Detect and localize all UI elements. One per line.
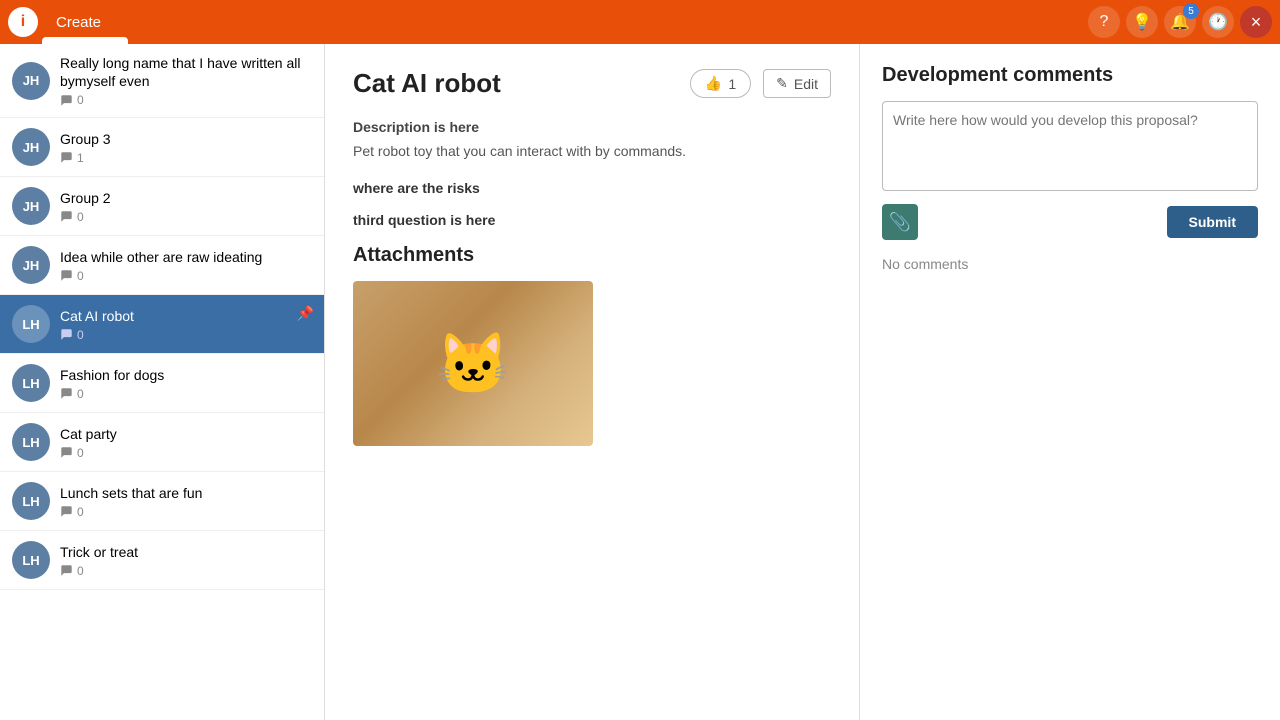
attachments-title: Attachments [353, 244, 831, 267]
like-button[interactable]: 👍 1 [690, 69, 751, 98]
history-icon[interactable]: 🕐 [1202, 6, 1234, 38]
sidebar: JH Really long name that I have written a… [0, 44, 325, 720]
item-comment-count: 0 [77, 505, 84, 519]
top-navigation: i CollectSelectCreateDevelopGroup ? 💡 🔔 … [0, 0, 1280, 44]
list-item[interactable]: JH Group 2 0 [0, 177, 324, 236]
avatar: JH [12, 62, 50, 100]
avatar: LH [12, 364, 50, 402]
sidebar-scroll[interactable]: JH Really long name that I have written a… [0, 44, 324, 720]
list-item[interactable]: LH Fashion for dogs 0 [0, 354, 324, 413]
item-title: Idea while other are raw ideating [60, 248, 312, 266]
item-title: Group 3 [60, 130, 312, 148]
avatar: LH [12, 541, 50, 579]
no-comments-text: No comments [882, 256, 1258, 272]
list-item[interactable]: JH Idea while other are raw ideating 0 [0, 236, 324, 295]
item-content: Really long name that I have written all… [60, 54, 312, 107]
item-content: Group 3 1 [60, 130, 312, 165]
item-comment-count: 0 [77, 93, 84, 107]
list-item[interactable]: LH Cat party 0 [0, 413, 324, 472]
item-meta: 0 [60, 210, 312, 224]
avatar: JH [12, 128, 50, 166]
page-title: Cat AI robot [353, 68, 690, 99]
item-title: Fashion for dogs [60, 366, 312, 384]
nav-item-create[interactable]: Create [42, 8, 128, 37]
main-layout: JH Really long name that I have written a… [0, 44, 1280, 720]
close-button[interactable]: × [1240, 6, 1272, 38]
item-meta: 0 [60, 387, 312, 401]
item-content: Idea while other are raw ideating 0 [60, 248, 312, 283]
avatar: JH [12, 187, 50, 225]
item-content: Fashion for dogs 0 [60, 366, 312, 401]
description-label: Description is here [353, 119, 831, 135]
item-title: Group 2 [60, 189, 312, 207]
item-meta: 0 [60, 328, 312, 342]
thumbs-up-icon: 👍 [705, 75, 722, 92]
avatar: JH [12, 246, 50, 284]
avatar: LH [12, 305, 50, 343]
item-title: Cat party [60, 425, 312, 443]
item-content: Group 2 0 [60, 189, 312, 224]
edit-button[interactable]: ✎ Edit [763, 69, 831, 98]
list-item[interactable]: JH Really long name that I have written a… [0, 44, 324, 118]
item-title: Lunch sets that are fun [60, 484, 312, 502]
item-title: Trick or treat [60, 543, 312, 561]
attach-button[interactable]: 📎 [882, 204, 918, 240]
list-item[interactable]: LH Lunch sets that are fun 0 [0, 472, 324, 531]
paperclip-icon: 📎 [889, 212, 911, 233]
right-panel: Development comments 📎 Submit No comment… [860, 44, 1280, 720]
avatar: LH [12, 482, 50, 520]
help-icon[interactable]: ? [1088, 6, 1120, 38]
content-area: Cat AI robot 👍 1 ✎ Edit Description is h… [325, 44, 860, 720]
notification-badge: 5 [1183, 3, 1199, 19]
list-item[interactable]: LH Trick or treat 0 [0, 531, 324, 590]
pin-icon: 📌 [297, 305, 314, 322]
nav-item-select[interactable]: Select [42, 0, 128, 8]
description-text: Pet robot toy that you can interact with… [353, 141, 831, 162]
item-comment-count: 0 [77, 210, 84, 224]
item-comment-count: 1 [77, 151, 84, 165]
item-comment-count: 0 [77, 446, 84, 460]
item-meta: 0 [60, 446, 312, 460]
item-title: Cat AI robot [60, 307, 312, 325]
item-comment-count: 0 [77, 269, 84, 283]
item-content: Cat AI robot 0 [60, 307, 312, 342]
item-meta: 0 [60, 505, 312, 519]
item-meta: 0 [60, 269, 312, 283]
content-header: Cat AI robot 👍 1 ✎ Edit [353, 68, 831, 99]
edit-label: Edit [794, 76, 818, 92]
item-title: Really long name that I have written all… [60, 54, 312, 90]
item-content: Lunch sets that are fun 0 [60, 484, 312, 519]
avatar: LH [12, 423, 50, 461]
item-comment-count: 0 [77, 387, 84, 401]
comment-textarea[interactable] [882, 101, 1258, 191]
submit-button[interactable]: Submit [1167, 206, 1258, 238]
question-1: where are the risks [353, 180, 831, 196]
list-item[interactable]: LH Cat AI robot 0 📌 [0, 295, 324, 354]
edit-icon: ✎ [776, 75, 788, 92]
item-comment-count: 0 [77, 564, 84, 578]
item-comment-count: 0 [77, 328, 84, 342]
attachment-image [353, 281, 593, 446]
comment-actions: 📎 Submit [882, 204, 1258, 240]
like-count: 1 [728, 76, 736, 92]
nav-icon-group: ? 💡 🔔 5 🕐 × [1088, 6, 1272, 38]
lightbulb-icon[interactable]: 💡 [1126, 6, 1158, 38]
dev-comments-title: Development comments [882, 64, 1258, 87]
question-2: third question is here [353, 212, 831, 228]
list-item[interactable]: JH Group 3 1 [0, 118, 324, 177]
item-content: Cat party 0 [60, 425, 312, 460]
item-meta: 1 [60, 151, 312, 165]
notifications-icon[interactable]: 🔔 5 [1164, 6, 1196, 38]
item-meta: 0 [60, 93, 312, 107]
info-icon[interactable]: i [8, 7, 38, 37]
item-meta: 0 [60, 564, 312, 578]
item-content: Trick or treat 0 [60, 543, 312, 578]
